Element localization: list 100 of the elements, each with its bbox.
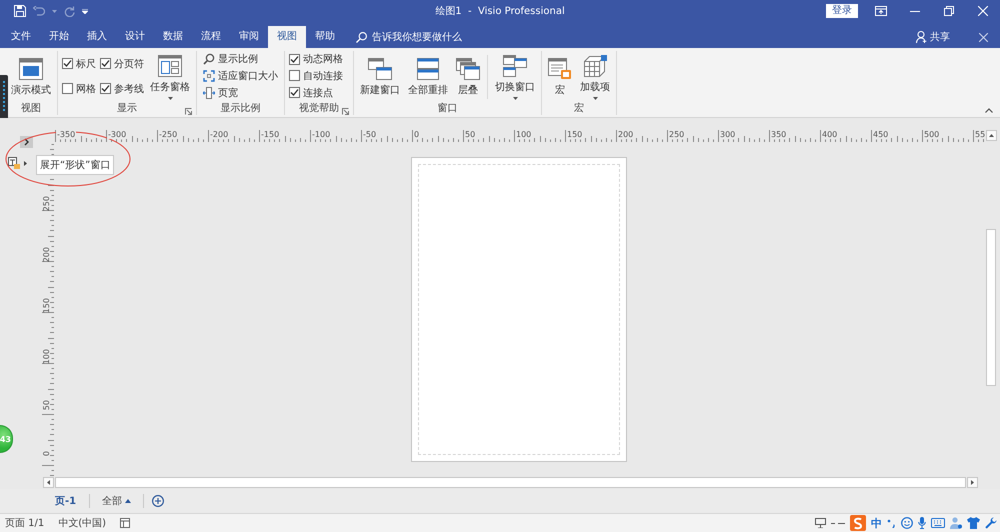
ribbon-tab[interactable]: 开始 — [40, 26, 78, 48]
close-icon[interactable] — [978, 32, 988, 42]
checkbox[interactable] — [100, 58, 111, 69]
user-icon[interactable] — [950, 517, 962, 529]
cascade-icon — [456, 58, 480, 80]
ruler-label: 300 — [719, 130, 736, 139]
checkbox[interactable] — [289, 70, 300, 82]
dialog-launcher-icon[interactable] — [342, 108, 349, 115]
scroll-right-icon[interactable] — [967, 477, 978, 488]
sign-in-button[interactable]: 登录 — [826, 4, 858, 18]
caret-down-icon[interactable] — [592, 96, 598, 100]
page-tab[interactable]: 页-1 — [50, 494, 82, 508]
ruler-label: 500 — [923, 130, 940, 139]
zoom-out-icon[interactable] — [831, 522, 845, 524]
all-pages-button[interactable]: 全部 — [98, 494, 136, 508]
person-icon — [916, 31, 927, 43]
collapse-ribbon-icon[interactable] — [985, 108, 993, 113]
checkbox[interactable] — [289, 87, 300, 98]
checkbox[interactable] — [100, 83, 111, 94]
save-icon[interactable] — [14, 5, 26, 17]
ribbon-button[interactable]: 显示比例 — [201, 52, 280, 66]
ribbon-tab[interactable]: 视图 — [268, 26, 306, 48]
tell-me-field[interactable]: 告诉我你想要做什么 — [372, 29, 476, 45]
dialog-launcher-icon[interactable] — [185, 108, 192, 115]
switch-windows-icon — [503, 54, 527, 76]
stacked-windows-icon — [416, 58, 440, 80]
ribbon-tab[interactable]: 审阅 — [230, 26, 268, 48]
checkbox-label[interactable]: 参考线 — [114, 82, 144, 96]
ribbon-button[interactable]: 宏 — [546, 56, 574, 96]
add-page-icon[interactable] — [152, 495, 164, 507]
customize-caret-icon[interactable] — [82, 8, 88, 14]
checkbox-label[interactable]: 连接点 — [303, 86, 333, 100]
tooltip: 展开“形状”窗口 — [36, 155, 114, 175]
keyboard-icon[interactable] — [931, 518, 945, 528]
shirt-icon[interactable] — [967, 517, 980, 529]
ruler-label: 50 — [464, 130, 476, 139]
ribbon-button[interactable]: 加载项 — [578, 52, 612, 100]
panes-icon — [158, 54, 182, 76]
group-label: 视觉帮助 — [299, 102, 339, 115]
undo-icon[interactable] — [33, 6, 45, 16]
new-window-icon — [368, 58, 392, 80]
scroll-up-icon[interactable] — [986, 130, 996, 141]
checkbox-label[interactable]: 标尺 — [76, 56, 96, 70]
ruler-label: 55 — [974, 130, 986, 139]
chevron-right-icon[interactable] — [20, 136, 33, 148]
checkbox-label[interactable]: 网格 — [76, 82, 96, 96]
ribbon-button[interactable]: 演示模式 — [9, 56, 53, 96]
checkbox[interactable] — [62, 58, 73, 69]
microphone-icon[interactable] — [918, 517, 926, 529]
ruler-label: 200 — [617, 130, 634, 139]
minimize-icon[interactable] — [910, 10, 920, 12]
ribbon-tab[interactable]: 帮助 — [306, 26, 344, 48]
caret-down-icon[interactable] — [168, 96, 172, 100]
ribbon-button[interactable]: 任务窗格 — [148, 52, 192, 100]
magnifier-icon — [203, 53, 215, 66]
search-icon — [356, 32, 367, 42]
ribbon-button[interactable]: 页宽 — [201, 86, 280, 100]
ribbon-button[interactable]: 新建窗口 — [358, 56, 402, 96]
checkbox-label[interactable]: 自动连接 — [303, 68, 343, 83]
ribbon-button[interactable]: 全部重排 — [406, 56, 450, 96]
checkbox-label[interactable]: 分页符 — [114, 56, 144, 70]
page-width-icon — [203, 86, 215, 99]
ruler-label: 350 — [770, 130, 788, 139]
ribbon-options-icon[interactable] — [875, 6, 887, 16]
ribbon-button[interactable]: 适应窗口大小 — [201, 68, 280, 83]
presentation-icon[interactable] — [815, 518, 826, 528]
shapes-icon[interactable] — [8, 157, 20, 169]
ribbon-tab[interactable]: 文件 — [2, 26, 40, 48]
ribbon-tab[interactable]: 流程 — [192, 26, 230, 48]
ruler-label: 0 — [413, 130, 420, 139]
language-status[interactable]: 中文(中国) — [58, 516, 106, 530]
checkbox[interactable] — [289, 54, 300, 65]
caret-right-icon[interactable] — [24, 160, 27, 166]
scroll-left-icon[interactable] — [43, 477, 54, 488]
page-count[interactable]: 页面 1/1 — [5, 516, 44, 530]
ruler-label: 50 — [42, 400, 52, 410]
ruler-label: 400 — [821, 130, 838, 139]
smiley-icon[interactable] — [901, 517, 913, 529]
ruler-label: 0 — [42, 451, 52, 456]
checkbox-label[interactable]: 动态网格 — [303, 52, 343, 66]
restore-icon[interactable] — [944, 6, 954, 16]
ribbon-tab[interactable]: 设计 — [116, 26, 154, 48]
ruler-label: -350 — [56, 130, 76, 139]
ribbon-tab[interactable]: 插入 — [78, 26, 116, 48]
ribbon-button[interactable]: 切换窗口 — [493, 52, 537, 100]
ime-mode[interactable]: 中 — [871, 516, 882, 530]
redo-icon[interactable] — [64, 6, 75, 16]
scroll-thumb[interactable] — [986, 229, 996, 386]
checkbox[interactable] — [62, 83, 73, 94]
share-button[interactable]: 共享 — [914, 26, 952, 48]
caret-down-icon[interactable] — [512, 96, 518, 100]
dock-handle[interactable] — [0, 75, 8, 118]
ime-logo-icon[interactable] — [850, 515, 866, 531]
ribbon-button[interactable]: 层叠 — [454, 56, 482, 96]
wrench-icon[interactable] — [985, 517, 997, 529]
macro-record-icon[interactable] — [120, 518, 130, 528]
horizontal-scrollbar[interactable] — [55, 477, 966, 488]
ribbon-tab[interactable]: 数据 — [154, 26, 192, 48]
ruler-label: -50 — [362, 130, 378, 139]
punctuation-icon[interactable] — [887, 518, 896, 528]
